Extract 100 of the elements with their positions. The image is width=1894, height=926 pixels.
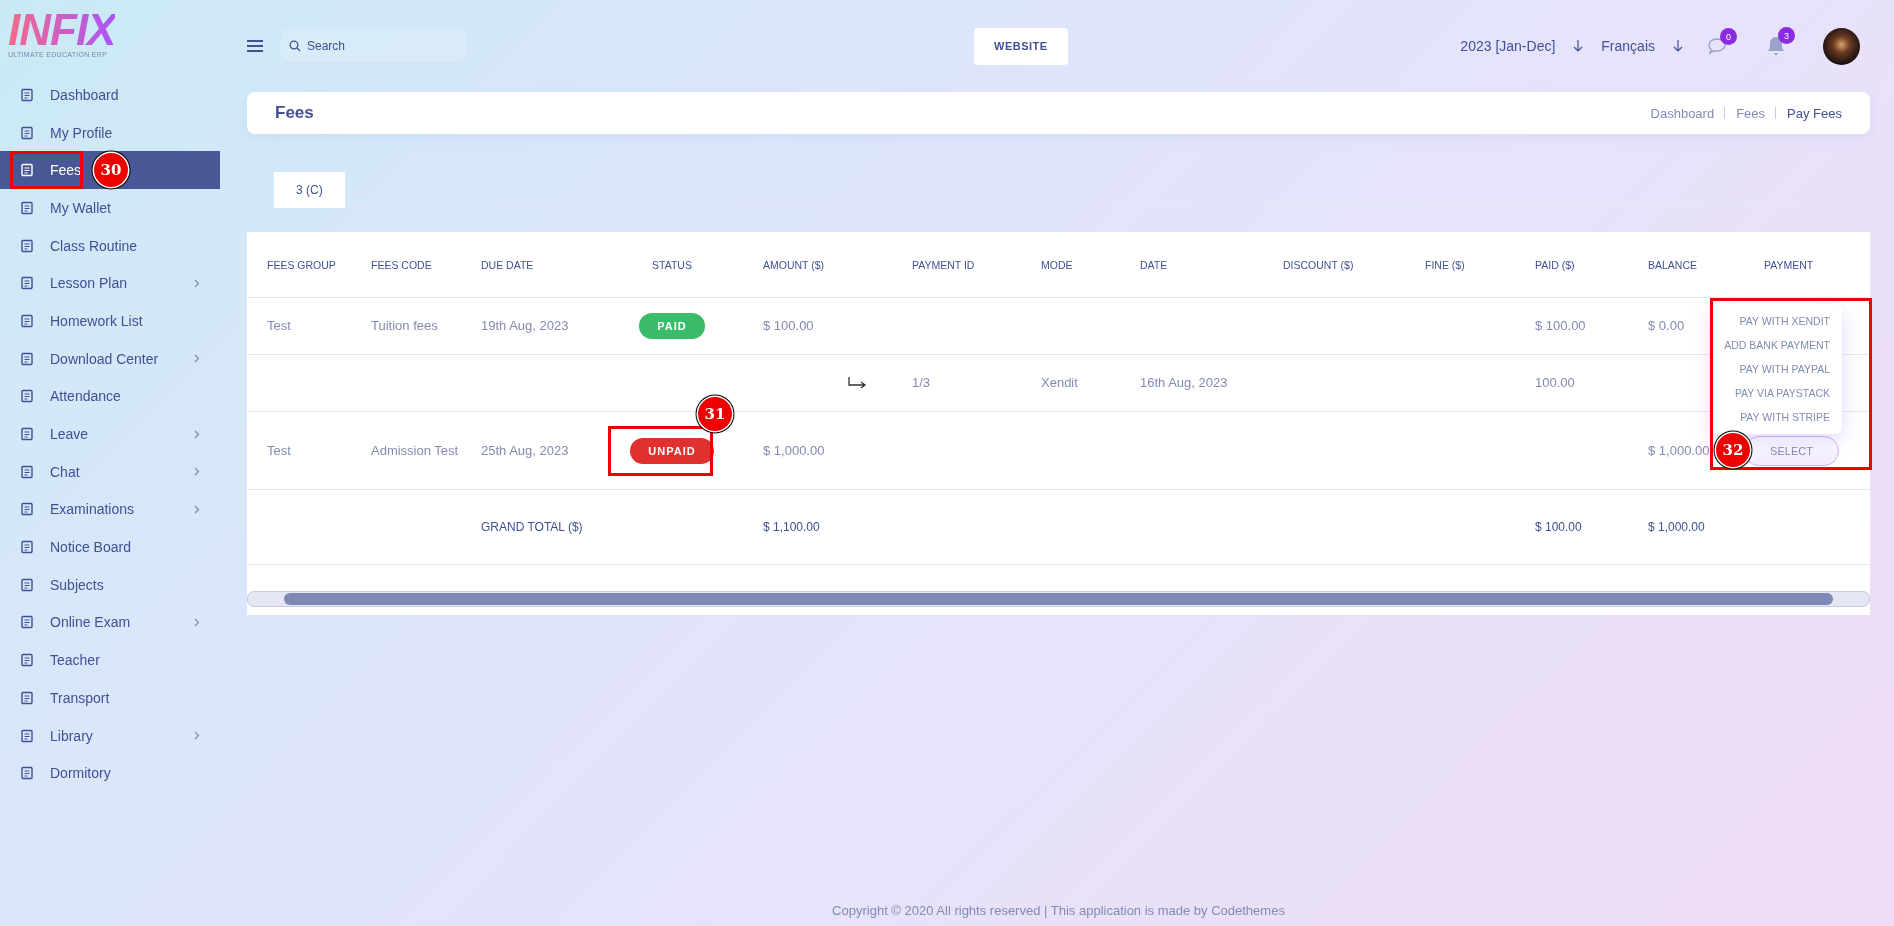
table-cell: $ 1,000.00 (1648, 442, 1710, 458)
page-icon (20, 577, 34, 592)
table-cell: $ 100.00 (763, 318, 814, 333)
step-marker: 31 (698, 397, 732, 431)
breadcrumb-link[interactable]: Fees (1736, 105, 1766, 121)
search-icon (289, 40, 301, 52)
table-cell: Test (267, 318, 291, 333)
footer-text: Copyright © 2020 All rights reserved | This application is made by Codethemes (831, 903, 1286, 918)
table-cell: Tuition fees (371, 318, 438, 333)
page-icon (20, 351, 34, 366)
sidebar-item[interactable]: Transport (0, 679, 220, 717)
sidebar-item[interactable]: Examinations (0, 490, 220, 529)
table-cell: 25th Aug, 2023 (481, 442, 569, 458)
breadcrumb-link[interactable]: Dashboard (1650, 105, 1715, 121)
step-marker: 30 (94, 153, 128, 188)
website-button[interactable]: WEBSITE (974, 27, 1068, 65)
sidebar-item[interactable]: Online Exam (0, 603, 220, 642)
table-cell: Xendit (1041, 375, 1078, 390)
class-tab[interactable]: 3 (C) (274, 172, 345, 208)
column-header: FEES GROUP (247, 232, 351, 298)
column-header: FEES CODE (351, 232, 461, 298)
page-icon (20, 502, 34, 517)
sidebar-item[interactable]: Chat (0, 452, 220, 491)
menu-item[interactable]: PAY VIA PAYSTACK (1712, 381, 1842, 405)
menu-item[interactable]: PAY WITH PAYPAL (1712, 357, 1842, 381)
page-icon (20, 540, 34, 555)
breadcrumb-separator (1724, 107, 1727, 119)
column-header: PAID ($) (1515, 232, 1628, 298)
sidebar-item[interactable]: My Wallet (0, 189, 220, 227)
menu-icon[interactable] (247, 40, 263, 52)
page-icon (20, 615, 34, 630)
sidebar-item[interactable]: Teacher (0, 641, 220, 679)
return-arrow-icon (848, 377, 868, 389)
column-header: DATE (1120, 232, 1263, 298)
column-header: FINE ($) (1405, 232, 1515, 298)
page-icon (20, 125, 34, 140)
page-icon (20, 238, 34, 253)
sidebar-item[interactable]: Fees 30 (0, 151, 220, 190)
page-icon (20, 690, 34, 705)
sidebar-item[interactable]: Homework List (0, 302, 220, 340)
table-cell: $ 100.00 (1535, 318, 1586, 333)
page-icon (20, 766, 34, 781)
table-cell: 1/3 (912, 375, 931, 390)
column-header: DISCOUNT ($) (1263, 232, 1405, 298)
sidebar-item[interactable]: Subjects (0, 565, 220, 604)
sidebar-item[interactable]: Dashboard (0, 76, 220, 114)
menu-item[interactable]: PAY WITH STRIPE (1712, 405, 1842, 429)
sidebar-item[interactable]: Leave (0, 415, 220, 453)
chat-icon[interactable] (1707, 37, 1727, 55)
status-badge: PAID (639, 313, 705, 339)
year-selector[interactable]: 2023 [Jan-Dec] (1460, 38, 1556, 54)
notification-badge: 0 (1720, 28, 1737, 45)
column-header: STATUS (601, 232, 743, 298)
sidebar-item[interactable]: Attendance (0, 377, 220, 416)
table-cell: $ 1,000.00 (763, 442, 825, 458)
column-header: DUE DATE (461, 232, 601, 298)
sidebar-item[interactable]: Download Center (0, 339, 220, 378)
page-icon (20, 427, 34, 442)
page-icon (20, 163, 34, 178)
table-cell: Admission Test (371, 442, 459, 458)
arrow-down-icon (1673, 40, 1683, 52)
table-cell: 100.00 (1535, 375, 1575, 390)
table-cell: $ 1,100.00 (763, 520, 820, 534)
language-selector[interactable]: Français (1601, 38, 1655, 54)
page-icon (20, 389, 34, 404)
column-header: PAYMENT ID (892, 232, 1021, 298)
table-cell: 16th Aug, 2023 (1140, 375, 1228, 390)
page-icon (20, 464, 34, 479)
table-cell: Test (267, 442, 291, 458)
bell-icon[interactable] (1767, 36, 1785, 56)
sidebar-item[interactable]: My Profile (0, 113, 220, 152)
table-cell: $ 100.00 (1535, 520, 1582, 534)
logo-wordmark: INFIX (8, 12, 116, 48)
step-marker: 32 (1716, 433, 1750, 467)
page-icon (20, 653, 34, 668)
sidebar-item[interactable]: Lesson Plan (0, 264, 220, 303)
column-header: BALANCE (1628, 232, 1744, 298)
avatar[interactable] (1823, 27, 1860, 65)
column-header: AMOUNT ($) (743, 232, 892, 298)
page-icon (20, 276, 34, 291)
page-icon (20, 87, 34, 102)
page-icon (20, 728, 34, 743)
sidebar-item[interactable]: Class Routine (0, 226, 220, 265)
breadcrumb-separator (1775, 107, 1778, 119)
column-header: MODE (1021, 232, 1120, 298)
page-icon (20, 313, 34, 328)
page-title: Fees (275, 103, 314, 123)
table-cell: 19th Aug, 2023 (481, 318, 569, 333)
column-header: PAYMENT (1744, 232, 1870, 298)
breadcrumb-link[interactable]: Pay Fees (1787, 105, 1842, 121)
menu-item[interactable]: ADD BANK PAYMENT (1712, 333, 1842, 357)
menu-item[interactable]: PAY WITH XENDIT (1712, 309, 1842, 333)
page-icon (20, 200, 34, 215)
horizontal-scrollbar[interactable] (247, 591, 1870, 607)
notification-badge: 3 (1778, 27, 1795, 44)
sidebar-item[interactable]: Library (0, 716, 220, 755)
arrow-down-icon (1573, 40, 1584, 52)
sidebar-item[interactable]: Notice Board (0, 528, 220, 566)
total-label: GRAND TOTAL ($) (481, 520, 583, 534)
sidebar-item[interactable]: Dormitory (0, 754, 220, 793)
